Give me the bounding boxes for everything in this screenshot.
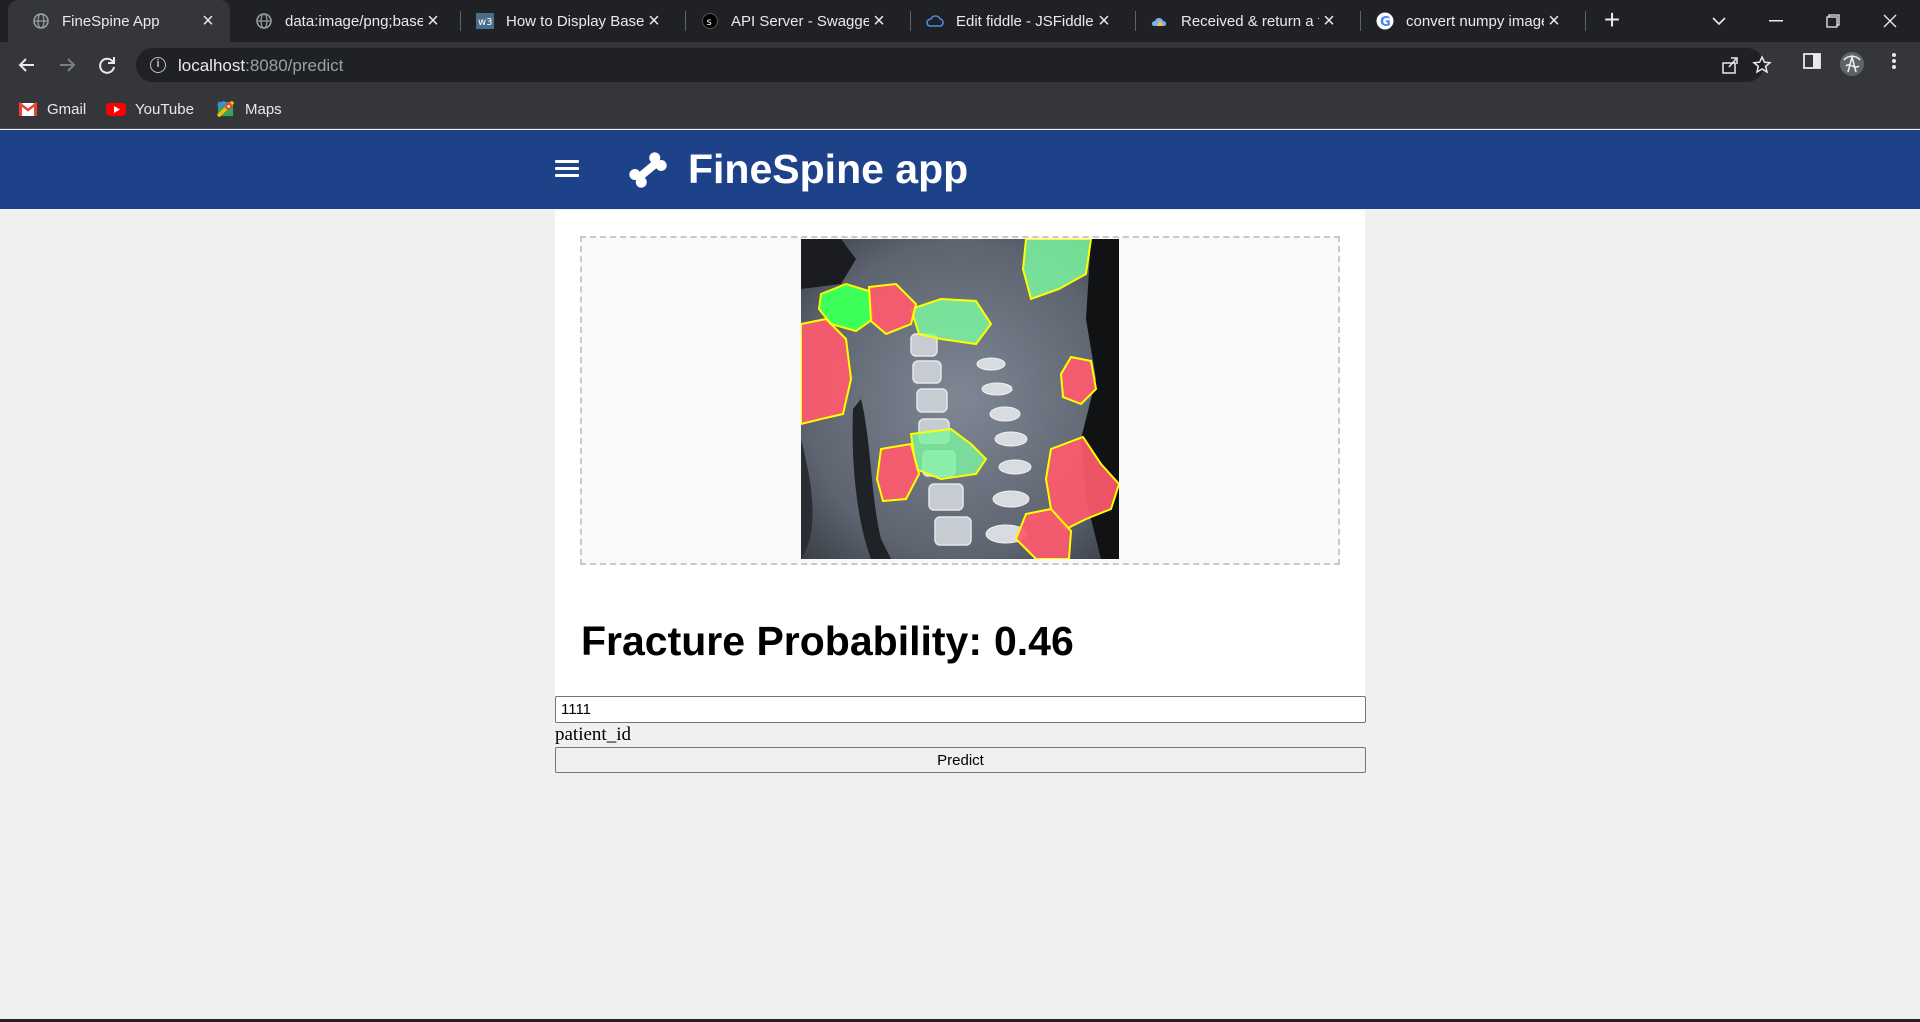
gmail-icon bbox=[18, 102, 38, 116]
tab-title: FineSpine App bbox=[62, 12, 160, 30]
forward-button[interactable] bbox=[53, 51, 81, 79]
fracture-probability: Fracture Probability: 0.46 bbox=[581, 618, 1074, 664]
globe-icon bbox=[255, 12, 273, 30]
minimize-button[interactable] bbox=[1748, 0, 1804, 42]
w3schools-icon: w3 bbox=[476, 12, 494, 30]
close-window-button[interactable] bbox=[1862, 0, 1918, 42]
probability-value: 0.46 bbox=[993, 618, 1074, 664]
tab-stackoverflow[interactable]: Received & return a fi × bbox=[1127, 0, 1351, 42]
restore-button[interactable] bbox=[1805, 0, 1861, 42]
new-tab-button[interactable]: + bbox=[1597, 6, 1627, 36]
bone-icon bbox=[629, 152, 667, 188]
bookmark-gmail[interactable]: Gmail bbox=[18, 98, 86, 120]
tab-w3schools[interactable]: w3 How to Display Base64 × bbox=[452, 0, 676, 42]
maps-icon bbox=[216, 101, 235, 117]
tab-strip: FineSpine App × data:image/png;base64, ×… bbox=[0, 0, 1920, 42]
tab-google[interactable]: G convert numpy image × bbox=[1352, 0, 1576, 42]
tab-title: Edit fiddle - JSFiddle - bbox=[956, 12, 1094, 30]
tab-title: Received & return a fi bbox=[1181, 12, 1319, 30]
patient-id-input[interactable] bbox=[555, 696, 1366, 723]
close-icon[interactable]: × bbox=[1094, 11, 1114, 31]
predict-button[interactable]: Predict bbox=[555, 747, 1366, 773]
bookmark-label: Maps bbox=[245, 100, 282, 118]
bookmark-star-icon[interactable] bbox=[1752, 55, 1772, 75]
close-icon[interactable]: × bbox=[423, 11, 443, 31]
more-menu-icon[interactable] bbox=[1880, 51, 1908, 79]
tab-swagger[interactable]: s API Server - Swagger × bbox=[677, 0, 901, 42]
reload-button[interactable] bbox=[93, 51, 121, 79]
svg-text:s: s bbox=[707, 17, 712, 28]
bookmark-label: YouTube bbox=[135, 100, 194, 118]
swagger-icon: s bbox=[701, 12, 719, 30]
bookmark-youtube[interactable]: YouTube bbox=[106, 98, 194, 120]
url-text: localhost:8080/predict bbox=[178, 56, 344, 75]
tab-jsfiddle[interactable]: Edit fiddle - JSFiddle - × bbox=[902, 0, 1126, 42]
jsfiddle-icon bbox=[926, 12, 944, 30]
image-dropzone[interactable] bbox=[580, 236, 1340, 565]
close-icon[interactable]: × bbox=[1319, 11, 1339, 31]
svg-text:w3: w3 bbox=[478, 17, 493, 28]
app-header: FineSpine app bbox=[0, 130, 1920, 209]
side-panel-icon[interactable] bbox=[1798, 51, 1826, 79]
avatar[interactable] bbox=[1838, 51, 1866, 79]
google-icon: G bbox=[1376, 12, 1394, 30]
close-icon[interactable]: × bbox=[869, 11, 889, 31]
result-card: Fracture Probability: 0.46 bbox=[555, 210, 1365, 696]
tab-title: data:image/png;base64, bbox=[285, 12, 423, 30]
cloud-icon bbox=[1151, 12, 1169, 30]
app-title: FineSpine app bbox=[688, 146, 969, 192]
svg-text:G: G bbox=[1380, 15, 1391, 30]
tab-finespine[interactable]: FineSpine App × bbox=[8, 0, 230, 42]
hamburger-icon[interactable] bbox=[555, 160, 579, 180]
tab-search-button[interactable] bbox=[1691, 0, 1747, 42]
share-icon[interactable] bbox=[1720, 55, 1740, 75]
ct-scan-image bbox=[801, 239, 1119, 559]
site-info-icon[interactable]: i bbox=[150, 57, 166, 73]
close-icon[interactable]: × bbox=[198, 11, 218, 31]
address-bar[interactable]: i localhost:8080/predict bbox=[136, 48, 1772, 82]
browser-toolbar: i localhost:8080/predict bbox=[0, 42, 1920, 88]
back-button[interactable] bbox=[13, 51, 41, 79]
bookmark-maps[interactable]: Maps bbox=[216, 98, 282, 120]
close-icon[interactable]: × bbox=[644, 11, 664, 31]
close-icon[interactable]: × bbox=[1544, 11, 1564, 31]
patient-id-label: patient_id bbox=[555, 724, 631, 745]
bookmarks-bar: Gmail YouTube Maps bbox=[0, 88, 1920, 129]
tab-title: How to Display Base64 bbox=[506, 12, 644, 30]
tab-separator bbox=[1585, 11, 1586, 31]
globe-icon bbox=[32, 12, 50, 30]
youtube-icon bbox=[106, 103, 126, 116]
tab-data-image[interactable]: data:image/png;base64, × bbox=[231, 0, 455, 42]
tab-title: API Server - Swagger bbox=[731, 12, 869, 30]
bookmark-label: Gmail bbox=[47, 100, 87, 118]
tab-title: convert numpy image bbox=[1406, 12, 1544, 30]
